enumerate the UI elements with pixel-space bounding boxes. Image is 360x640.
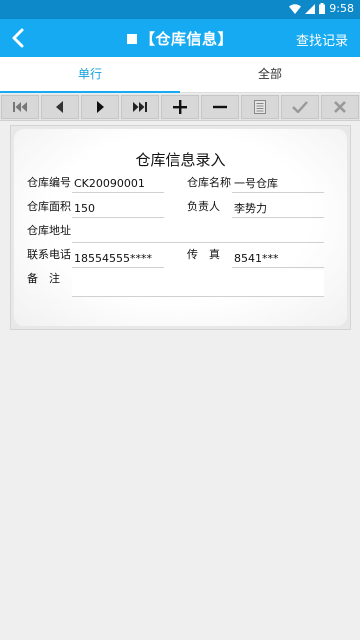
- label-manager: 负责人: [187, 200, 220, 213]
- label-note: 备 注: [27, 272, 60, 285]
- cancel-button[interactable]: [321, 95, 359, 119]
- status-time: 9:58: [329, 2, 354, 15]
- document-icon: [254, 100, 266, 114]
- previous-record-button[interactable]: [41, 95, 79, 119]
- status-bar: 9:58: [0, 0, 360, 19]
- cancel-x-icon: [334, 101, 346, 113]
- edit-record-button[interactable]: [241, 95, 279, 119]
- label-fax: 传 真: [187, 248, 220, 261]
- label-phone: 联系电话: [27, 248, 71, 261]
- tab-single-row-label: 单行: [77, 67, 102, 81]
- next-record-icon: [97, 101, 104, 113]
- first-record-icon: [13, 102, 27, 112]
- tab-indicator: [0, 91, 180, 93]
- page-title-text: 【仓库信息】: [139, 30, 233, 48]
- warehouse-name-field[interactable]: 一号仓库: [232, 174, 324, 193]
- battery-icon: [319, 3, 326, 14]
- label-warehouse-code: 仓库编号: [27, 176, 71, 189]
- warehouse-code-field[interactable]: CK20090001: [72, 174, 164, 193]
- next-record-button[interactable]: [81, 95, 119, 119]
- form-card: 仓库信息录入 仓库编号 CK20090001 仓库名称 一号仓库 仓库面积 15…: [10, 125, 351, 330]
- tab-single-row[interactable]: 单行: [0, 57, 180, 93]
- previous-record-icon: [56, 101, 63, 113]
- first-record-button[interactable]: [1, 95, 39, 119]
- add-record-button[interactable]: [161, 95, 199, 119]
- confirm-button[interactable]: [281, 95, 319, 119]
- confirm-check-icon: [292, 101, 308, 113]
- form-panel: 仓库信息录入 仓库编号 CK20090001 仓库名称 一号仓库 仓库面积 15…: [14, 129, 347, 326]
- record-toolbar: [0, 94, 360, 121]
- manager-field[interactable]: 李势力: [232, 199, 324, 218]
- last-record-icon: [133, 102, 147, 112]
- form-title: 仓库信息录入: [135, 151, 226, 169]
- note-field[interactable]: [72, 270, 324, 297]
- warehouse-area-field[interactable]: 150: [72, 199, 164, 218]
- last-record-button[interactable]: [121, 95, 159, 119]
- signal-icon: [305, 3, 316, 14]
- phone-field[interactable]: 18554555****: [72, 249, 164, 268]
- remove-icon: [213, 105, 227, 109]
- warehouse-address-field[interactable]: [72, 224, 324, 243]
- tab-all-label: 全部: [257, 67, 282, 81]
- app-bar: 【仓库信息】 查找记录: [0, 19, 360, 57]
- find-record-button[interactable]: 查找记录: [296, 30, 348, 49]
- title-square-icon: [126, 34, 137, 44]
- label-warehouse-name: 仓库名称: [187, 176, 231, 189]
- delete-record-button[interactable]: [201, 95, 239, 119]
- tab-bar: 单行 全部: [0, 57, 360, 93]
- tab-all[interactable]: 全部: [180, 57, 360, 92]
- wifi-icon: [289, 3, 302, 14]
- fax-field[interactable]: 8541***: [232, 249, 324, 268]
- add-icon: [173, 100, 187, 114]
- label-warehouse-area: 仓库面积: [27, 200, 71, 213]
- label-warehouse-address: 仓库地址: [27, 224, 71, 237]
